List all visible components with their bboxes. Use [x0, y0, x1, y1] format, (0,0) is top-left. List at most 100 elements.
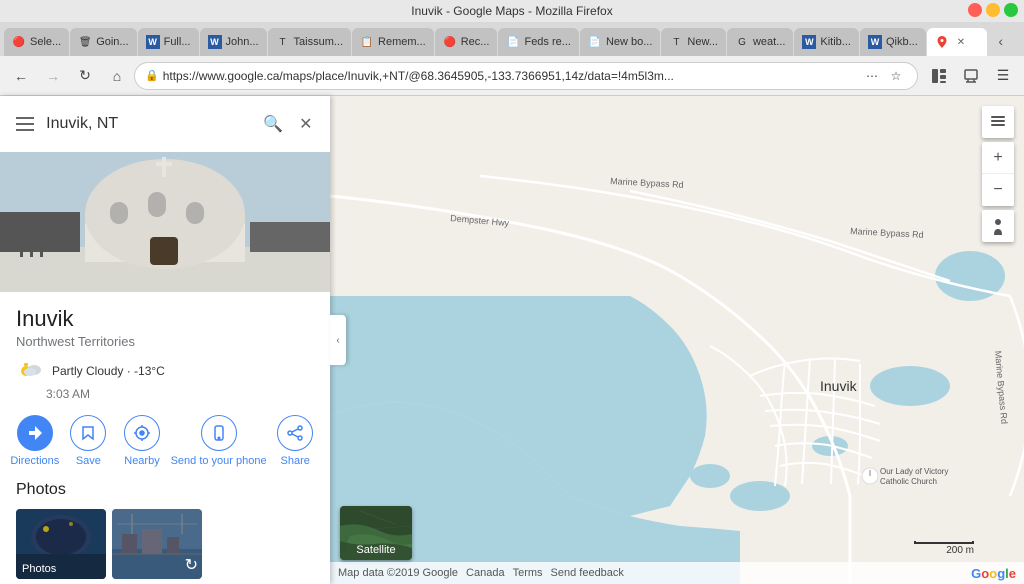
send-to-phone-button[interactable]: Send to your phone	[171, 415, 267, 467]
tab-favicon: 📄	[588, 35, 602, 49]
photo-grid: Photos	[16, 509, 314, 579]
weather-icon	[16, 357, 44, 385]
zoom-controls: + −	[982, 142, 1014, 206]
photo-rotate-icon[interactable]: ↻	[185, 555, 198, 575]
tab-nav-next[interactable]: ›	[1016, 28, 1024, 54]
tab-nav-prev[interactable]: ‹	[988, 28, 1014, 54]
tab-rec[interactable]: 🔴 Rec...	[435, 28, 498, 56]
map-svg[interactable]: Dempster Hwy Marine Bypass Rd Marine Byp…	[330, 96, 1024, 584]
svg-text:Inuvik: Inuvik	[820, 378, 858, 394]
tab-favicon: T	[276, 35, 290, 49]
hamburger-line	[16, 123, 34, 125]
main-content: 🔍 ✕	[0, 96, 1024, 584]
tab-remem[interactable]: 📋 Remem...	[352, 28, 434, 56]
search-input[interactable]	[46, 115, 253, 133]
search-button[interactable]: 🔍	[261, 110, 285, 138]
satellite-thumbnail[interactable]: Satellite	[340, 506, 412, 560]
weather-row: Partly Cloudy · -13°C	[16, 357, 314, 385]
save-label: Save	[76, 455, 101, 467]
directions-label: Directions	[10, 455, 59, 467]
tab-kitib[interactable]: W Kitib...	[794, 28, 859, 56]
share-icon	[277, 415, 313, 451]
street-view-button[interactable]	[982, 210, 1014, 242]
church-image	[0, 152, 330, 292]
photo-thumbnail-2[interactable]: ↻	[112, 509, 202, 579]
sync-button[interactable]	[956, 61, 986, 91]
tab-favicon: 📋	[360, 35, 374, 49]
tab-label: weat...	[753, 36, 785, 48]
send-feedback-link[interactable]: Send feedback	[551, 567, 624, 579]
url-text: https://www.google.ca/maps/place/Inuvik,…	[163, 69, 857, 83]
reader-mode-button[interactable]: ⋯	[861, 65, 883, 87]
zoom-out-icon: −	[993, 181, 1002, 199]
share-button[interactable]: Share	[270, 415, 320, 467]
tab-taissum[interactable]: T Taissum...	[268, 28, 352, 56]
left-panel: 🔍 ✕	[0, 96, 330, 584]
tab-label: Full...	[164, 36, 191, 48]
maximize-button[interactable]	[1004, 3, 1018, 17]
google-logo: Google	[971, 566, 1016, 581]
forward-button[interactable]: →	[38, 61, 68, 91]
search-clear-button[interactable]: ✕	[294, 110, 318, 138]
nav-tools: ⋯ ☆	[861, 65, 907, 87]
titlebar: Inuvik - Google Maps - Mozilla Firefox	[0, 0, 1024, 22]
photo-label-1: Photos	[22, 563, 56, 575]
scale-bar: 200 m	[914, 541, 974, 556]
window-controls	[968, 3, 1018, 17]
photo-thumbnail-1[interactable]: Photos	[16, 509, 106, 579]
back-button[interactable]: ←	[6, 61, 36, 91]
canada-link[interactable]: Canada	[466, 567, 505, 579]
menu-button[interactable]: ☰	[988, 61, 1018, 91]
tab-favicon	[935, 35, 949, 49]
action-buttons: Directions Save	[0, 401, 330, 481]
tab-newbo[interactable]: 📄 New bo...	[580, 28, 660, 56]
bookmark-button[interactable]: ☆	[885, 65, 907, 87]
tab-going[interactable]: 🗑 Goin...	[70, 28, 136, 56]
send-to-phone-icon	[201, 415, 237, 451]
reload-button[interactable]: ↻	[70, 61, 100, 91]
navbar: ← → ↻ ⌂ 🔒 https://www.google.ca/maps/pla…	[0, 56, 1024, 96]
tab-close-icon[interactable]: ✕	[957, 37, 965, 48]
panel-collapse-button[interactable]: ‹	[330, 315, 346, 365]
tab-john[interactable]: W John...	[200, 28, 267, 56]
minimize-button[interactable]	[986, 3, 1000, 17]
tab-qikb[interactable]: W Qikb...	[860, 28, 926, 56]
zoom-in-button[interactable]: +	[982, 142, 1014, 174]
tab-feds[interactable]: 📄 Feds re...	[498, 28, 578, 56]
tab-new[interactable]: T New...	[661, 28, 726, 56]
directions-button[interactable]: Directions	[10, 415, 60, 467]
save-icon	[70, 415, 106, 451]
hamburger-menu[interactable]	[12, 109, 38, 139]
tab-favicon: T	[669, 35, 683, 49]
tab-weat[interactable]: G weat...	[727, 28, 793, 56]
nearby-button[interactable]: Nearby	[117, 415, 167, 467]
location-region: Northwest Territories	[16, 334, 314, 349]
save-button[interactable]: Save	[63, 415, 113, 467]
layers-button[interactable]	[982, 106, 1014, 138]
location-name: Inuvik	[16, 306, 314, 332]
tab-favicon: 🔴	[443, 35, 457, 49]
tab-favicon: W	[146, 35, 160, 49]
address-bar[interactable]: 🔒 https://www.google.ca/maps/place/Inuvi…	[134, 62, 918, 90]
tab-full[interactable]: W Full...	[138, 28, 199, 56]
zoom-out-button[interactable]: −	[982, 174, 1014, 206]
home-button[interactable]: ⌂	[102, 61, 132, 91]
tab-select[interactable]: 🔴 Sele...	[4, 28, 69, 56]
tab-label: New bo...	[606, 36, 652, 48]
scale-line	[914, 541, 974, 544]
location-photo	[0, 152, 330, 292]
tab-label: Goin...	[96, 36, 128, 48]
tab-label: Taissum...	[294, 36, 344, 48]
tab-label: Feds re...	[524, 36, 570, 48]
tab-maps-active[interactable]: ✕	[927, 28, 987, 56]
close-button[interactable]	[968, 3, 982, 17]
map-data-credit: Map data ©2019 Google	[338, 567, 458, 579]
terms-link[interactable]: Terms	[513, 567, 543, 579]
svg-text:Catholic Church: Catholic Church	[880, 477, 937, 486]
tab-favicon: 🗑	[78, 35, 92, 49]
sidebar-button[interactable]	[924, 61, 954, 91]
lock-icon: 🔒	[145, 69, 159, 82]
tab-label: Remem...	[378, 36, 426, 48]
tab-label: Sele...	[30, 36, 61, 48]
tab-label: New...	[687, 36, 718, 48]
